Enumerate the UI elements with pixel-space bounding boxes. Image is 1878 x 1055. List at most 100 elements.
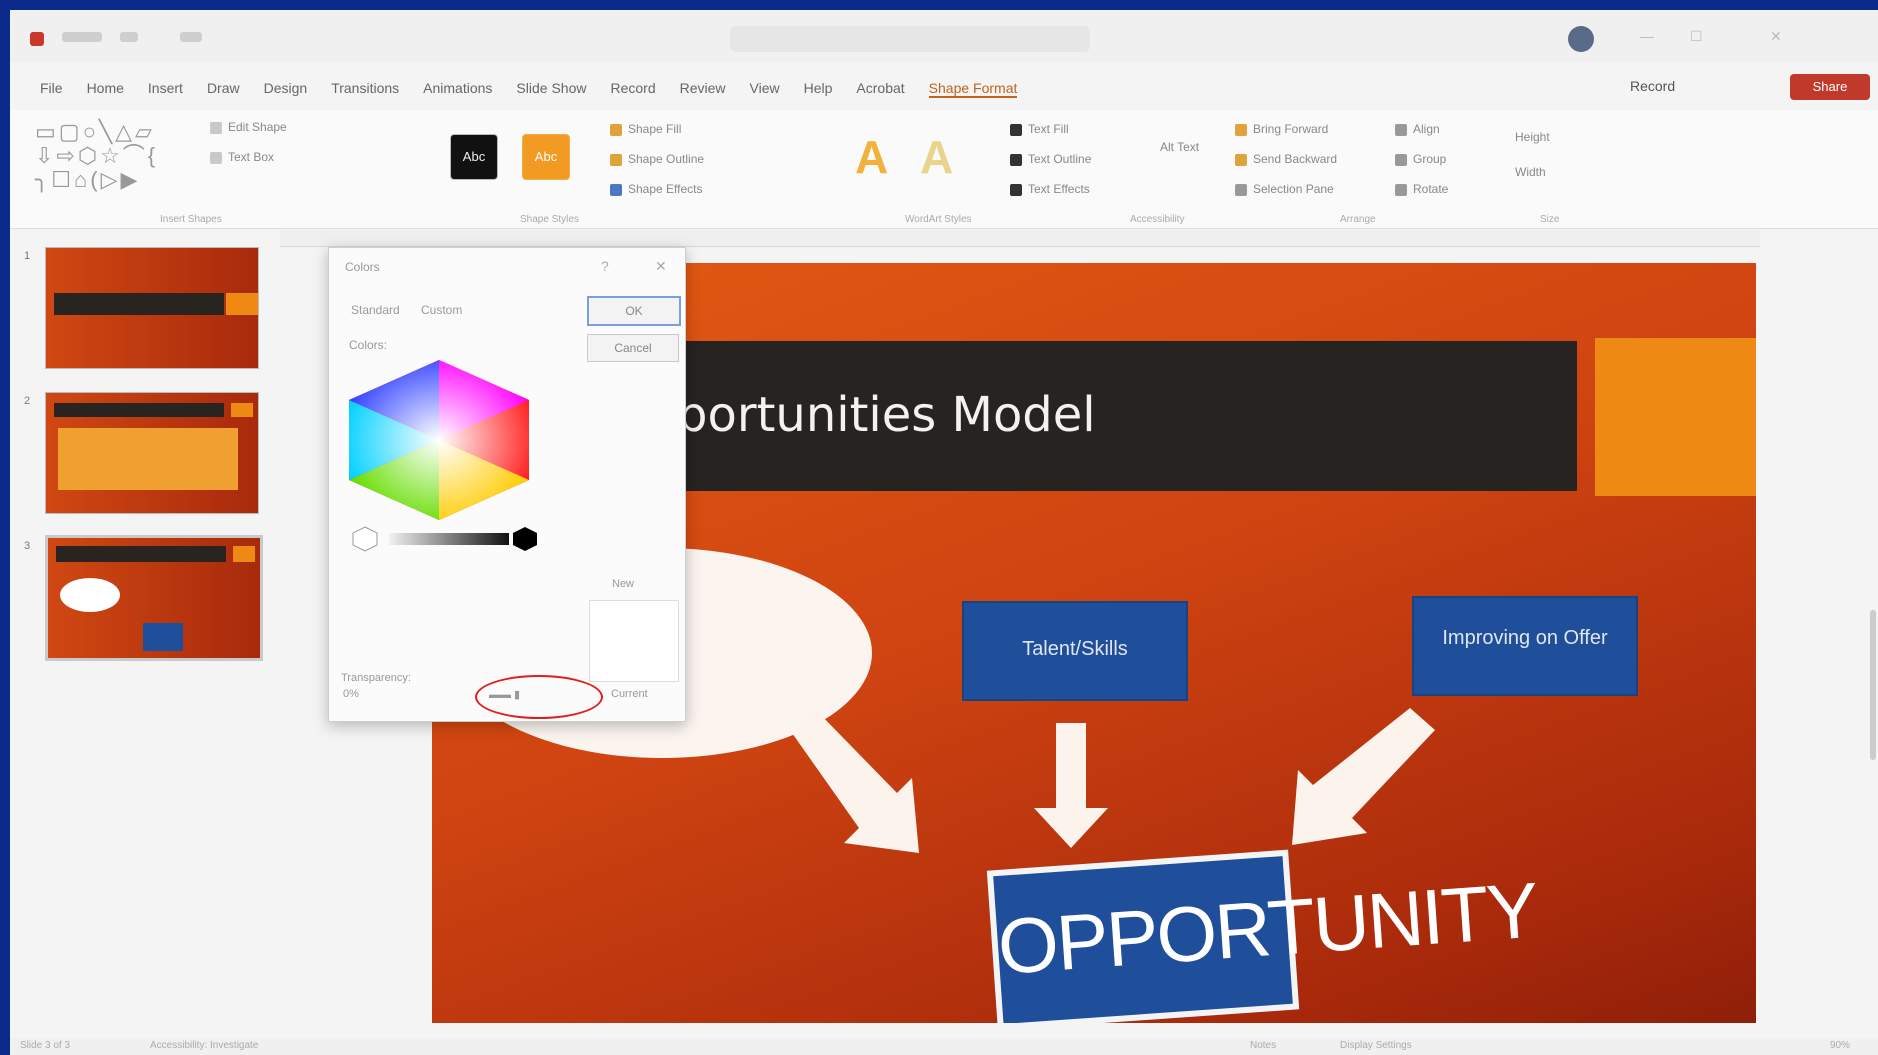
arrow-down — [1034, 723, 1108, 848]
close-icon[interactable]: ✕ — [655, 258, 667, 275]
new-color-preview — [589, 600, 679, 682]
undo-icon[interactable] — [180, 32, 202, 42]
opportunity-box[interactable]: OPPORTUNITY — [986, 849, 1540, 1023]
alt-text-label: Alt Text — [1160, 140, 1200, 154]
shape-effects-button[interactable]: Shape Effects — [610, 182, 703, 196]
edit-shape-button[interactable]: Edit Shape — [210, 120, 287, 134]
text-outline-button[interactable]: Text Outline — [1010, 152, 1091, 166]
height-label: Height — [1515, 130, 1550, 144]
width-field[interactable]: Width — [1515, 165, 1546, 179]
text-fill-label: Text Fill — [1028, 122, 1069, 136]
shape-effects-label: Shape Effects — [628, 182, 703, 196]
text-outline-label: Text Outline — [1028, 152, 1092, 166]
autosave-toggle[interactable] — [62, 32, 102, 42]
tab-animations[interactable]: Animations — [423, 80, 492, 98]
tab-view[interactable]: View — [750, 80, 780, 98]
wordart-style-1[interactable]: A — [855, 130, 888, 184]
shape-style-dark[interactable]: Abc — [450, 134, 498, 180]
powerpoint-logo-icon — [30, 32, 44, 46]
close-icon[interactable]: ✕ — [1770, 28, 1788, 46]
tab-insert[interactable]: Insert — [148, 80, 183, 98]
display-settings-button[interactable]: Display Settings — [1340, 1040, 1412, 1051]
shape-style-orange[interactable]: Abc — [522, 134, 570, 180]
save-icon[interactable] — [120, 32, 138, 42]
thumb-title-bar — [54, 403, 224, 417]
send-backward-icon — [1235, 153, 1247, 166]
shape-gallery[interactable]: ▭▢○╲△▱ ⇩⇨⬡☆⌒{╮☐⌂(▷▶ — [35, 120, 205, 192]
shape-outline-label: Shape Outline — [628, 152, 705, 166]
text-fill-icon — [1010, 123, 1022, 136]
ribbon: ▭▢○╲△▱ ⇩⇨⬡☆⌒{╮☐⌂(▷▶ Edit Shape Text Box A… — [10, 110, 1878, 229]
text-fill-button[interactable]: Text Fill — [1010, 122, 1069, 136]
grayscale-row[interactable] — [351, 525, 541, 553]
bring-forward-button[interactable]: Bring Forward — [1235, 122, 1328, 136]
ok-button[interactable]: OK — [587, 296, 681, 326]
tab-review[interactable]: Review — [680, 80, 726, 98]
tab-shape-format[interactable]: Shape Format — [928, 80, 1018, 98]
tab-file[interactable]: File — [40, 80, 63, 98]
group-button[interactable]: Group — [1395, 152, 1446, 166]
group-label-wordart-styles: WordArt Styles — [905, 214, 972, 225]
bring-forward-icon — [1235, 123, 1247, 136]
tab-slide-show[interactable]: Slide Show — [516, 80, 586, 98]
colors-label: Colors: — [349, 338, 388, 352]
tab-home[interactable]: Home — [87, 80, 124, 98]
cancel-button[interactable]: Cancel — [587, 334, 679, 362]
help-icon[interactable]: ? — [601, 258, 609, 274]
shape-outline-button[interactable]: Shape Outline — [610, 152, 704, 166]
title-bar: — ☐ ✕ — [10, 10, 1878, 62]
transparency-value[interactable]: 0% — [343, 688, 359, 700]
thumb-orange-block — [226, 293, 258, 315]
tab-help[interactable]: Help — [804, 80, 833, 98]
maximize-icon[interactable]: ☐ — [1690, 28, 1708, 46]
color-hexagon[interactable] — [349, 360, 529, 520]
alt-text-button[interactable]: Alt Text — [1160, 140, 1199, 154]
thumb-content-box — [58, 428, 238, 490]
minimize-icon[interactable]: — — [1640, 28, 1658, 46]
share-button[interactable]: Share — [1790, 74, 1870, 100]
slide-thumbnail-3[interactable] — [45, 535, 263, 661]
shape-fill-label: Shape Fill — [628, 122, 682, 136]
notes-button[interactable]: Notes — [1250, 1040, 1276, 1051]
tab-transitions[interactable]: Transitions — [331, 80, 399, 98]
search-input[interactable] — [730, 26, 1090, 52]
effects-icon — [610, 183, 622, 196]
text-effects-button[interactable]: Text Effects — [1010, 182, 1090, 196]
accessibility-status[interactable]: Accessibility: Investigate — [150, 1040, 258, 1051]
align-label: Align — [1413, 122, 1440, 136]
tab-draw[interactable]: Draw — [207, 80, 240, 98]
vertical-scrollbar[interactable] — [1870, 610, 1876, 760]
slide-thumbnail-2[interactable] — [45, 392, 259, 514]
horizontal-ruler — [280, 230, 1760, 247]
rotate-icon — [1395, 183, 1407, 196]
selection-pane-button[interactable]: Selection Pane — [1235, 182, 1334, 196]
send-backward-button[interactable]: Send Backward — [1235, 152, 1337, 166]
shape-fill-button[interactable]: Shape Fill — [610, 122, 681, 136]
align-button[interactable]: Align — [1395, 122, 1440, 136]
tab-design[interactable]: Design — [264, 80, 308, 98]
record-button[interactable]: Record — [1630, 78, 1675, 94]
group-label-accessibility: Accessibility — [1130, 214, 1185, 225]
rotate-button[interactable]: Rotate — [1395, 182, 1448, 196]
colors-dialog: Colors ? ✕ Standard Custom OK Cancel Col… — [328, 247, 686, 722]
thumb-title-bar — [56, 546, 226, 562]
zoom-level[interactable]: 90% — [1830, 1040, 1850, 1051]
rotate-label: Rotate — [1413, 182, 1449, 196]
tab-custom[interactable]: Custom — [421, 303, 462, 317]
tab-standard[interactable]: Standard — [351, 303, 400, 317]
thumbnail-number: 1 — [24, 250, 31, 262]
height-field[interactable]: Height — [1515, 130, 1550, 144]
group-label-insert-shapes: Insert Shapes — [160, 214, 222, 225]
arrow-left-diagonal — [792, 711, 919, 853]
tab-record[interactable]: Record — [610, 80, 655, 98]
current-label: Current — [611, 688, 648, 700]
wordart-style-2[interactable]: A — [920, 130, 953, 184]
text-effects-icon — [1010, 183, 1022, 196]
slide-thumbnail-1[interactable] — [45, 247, 259, 369]
tab-acrobat[interactable]: Acrobat — [856, 80, 904, 98]
text-box-button[interactable]: Text Box — [210, 150, 274, 164]
send-backward-label: Send Backward — [1253, 152, 1338, 166]
avatar[interactable] — [1568, 26, 1594, 52]
slide-info: Slide 3 of 3 — [20, 1040, 71, 1051]
dialog-title: Colors — [345, 260, 380, 274]
